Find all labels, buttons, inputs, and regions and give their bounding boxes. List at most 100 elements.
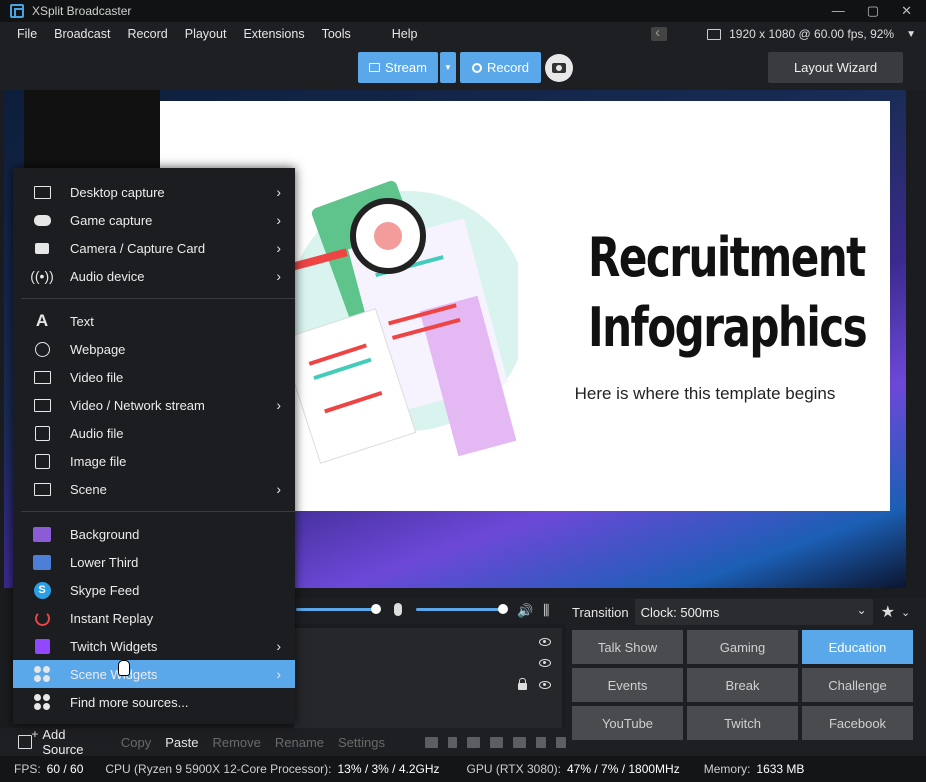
visibility-eye-icon[interactable] [539,659,551,667]
sources-list[interactable] [294,628,562,728]
remove-button[interactable]: Remove [212,735,260,750]
add-source-icon[interactable] [18,727,39,749]
status-bar: FPS: 60 / 60 CPU (Ryzen 9 5900X 12-Core … [0,756,926,782]
menu-item-image-file[interactable]: Image file [13,447,295,475]
chevron-right-icon: › [276,268,281,284]
image-file-icon [33,453,51,469]
add-source-button[interactable]: Add Source [42,727,107,757]
stream-dropdown-button[interactable]: ▼ [440,52,456,83]
slide-title: Recruitment Infographics [588,223,868,363]
menu-bar: File Broadcast Record Playout Extensions… [0,22,926,46]
menu-item-camera[interactable]: Camera / Capture Card › [13,234,295,262]
visibility-eye-icon[interactable] [539,681,551,689]
stream-icon [33,397,51,413]
chevron-down-icon[interactable]: ▼ [906,29,916,40]
lower-third-icon [33,554,51,570]
slide-title-line2: Infographics [588,296,868,359]
scene-break[interactable]: Break [687,668,798,702]
menu-item-lower-third[interactable]: Lower Third [13,548,295,576]
menu-item-skype-feed[interactable]: S Skype Feed [13,576,295,604]
visibility-eye-icon[interactable] [539,638,551,646]
back-icon[interactable] [651,24,668,41]
cpu-value: 13% / 3% / 4.2GHz [337,762,440,776]
menu-item-label: Instant Replay [70,610,154,626]
system-volume-knob[interactable] [371,604,381,614]
menu-playout[interactable]: Playout [185,27,227,41]
lock-icon[interactable] [448,736,457,748]
menu-item-game-capture[interactable]: Game capture › [13,206,295,234]
screenshot-button[interactable] [545,54,573,82]
menu-item-instant-replay[interactable]: Instant Replay [13,604,295,632]
menu-item-label: Scene [70,481,107,497]
copy-button[interactable]: Copy [121,735,151,750]
folder-icon[interactable] [425,736,438,748]
lock-icon[interactable] [518,678,527,690]
menu-item-audio-file[interactable]: Audio file [13,419,295,447]
record-button[interactable]: Record [460,52,541,83]
paste-button[interactable]: Paste [165,735,198,750]
menu-item-label: Webpage [70,341,126,357]
settings-button[interactable]: Settings [338,735,385,750]
menu-record[interactable]: Record [127,27,167,41]
menu-item-desktop-capture[interactable]: Desktop capture › [13,178,295,206]
layout-wizard-button[interactable]: Layout Wizard [768,52,903,83]
menu-item-label: Image file [70,453,127,469]
stream-button[interactable]: Stream [358,52,438,83]
scene-facebook[interactable]: Facebook [802,706,913,740]
menu-item-twitch-widgets[interactable]: Twitch Widgets › [13,632,295,660]
menu-item-find-more-sources[interactable]: Find more sources... [13,688,295,716]
menu-item-network-stream[interactable]: Video / Network stream › [13,391,295,419]
chevron-down-icon[interactable]: ⌄ [901,606,910,619]
star-icon[interactable]: ★ [881,602,895,622]
globe-icon [33,341,51,357]
scene-talk-show[interactable]: Talk Show [572,630,683,664]
mixer-icon[interactable]: ⫼ [543,602,550,619]
menu-item-label: Skype Feed [70,582,140,598]
menu-item-label: Audio file [70,425,124,441]
speaker-icon[interactable]: 🔊 [517,603,533,619]
window-title: XSplit Broadcaster [32,4,132,18]
menu-item-webpage[interactable]: Webpage [13,335,295,363]
widgets-icon [33,666,51,682]
menu-item-text[interactable]: A Text [13,307,295,335]
close-icon[interactable]: ✕ [901,3,912,19]
maximize-icon[interactable]: ▢ [867,3,879,19]
scene-youtube[interactable]: YouTube [572,706,683,740]
arrow-up-icon[interactable] [556,736,566,748]
menu-item-scene-widgets[interactable]: Scene Widgets › [13,660,295,688]
menu-item-audio-device[interactable]: ((•)) Audio device › [13,262,295,290]
system-volume-slider[interactable] [296,608,376,611]
scene-education[interactable]: Education [802,630,913,664]
scene-gaming[interactable]: Gaming [687,630,798,664]
transition-select[interactable]: Clock: 500ms ⌄ [634,599,873,625]
fps-value: 60 / 60 [46,762,84,776]
rename-button[interactable]: Rename [275,735,324,750]
menu-item-label: Desktop capture [70,184,165,200]
scene-challenge[interactable]: Challenge [802,668,913,702]
crop-icon[interactable] [490,736,503,748]
twitch-icon [33,638,51,654]
fit-icon[interactable] [467,736,480,748]
menu-item-label: Twitch Widgets [70,638,158,654]
menu-help[interactable]: Help [392,27,418,41]
menu-item-background[interactable]: Background [13,520,295,548]
transition-value: Clock: 500ms [640,604,720,620]
scene-twitch[interactable]: Twitch [687,706,798,740]
screen-icon[interactable] [513,736,526,748]
resolution-selector[interactable]: 1920 x 1080 @ 60.00 fps, 92% ▼ [651,24,916,41]
mic-volume-slider[interactable] [416,608,504,611]
menu-item-scene[interactable]: Scene › [13,475,295,503]
minimize-icon[interactable]: — [832,3,845,19]
microphone-icon[interactable] [394,603,402,616]
menu-item-label: Video file [70,369,124,385]
menu-broadcast[interactable]: Broadcast [54,27,110,41]
menu-file[interactable]: File [17,27,37,41]
menu-tools[interactable]: Tools [322,27,351,41]
mic-volume-knob[interactable] [498,604,508,614]
arrow-down-icon[interactable] [536,736,546,748]
menu-item-video-file[interactable]: Video file [13,363,295,391]
scene-events[interactable]: Events [572,668,683,702]
camera-icon [33,240,51,256]
menu-extensions[interactable]: Extensions [243,27,304,41]
menu-item-label: Game capture [70,212,153,228]
